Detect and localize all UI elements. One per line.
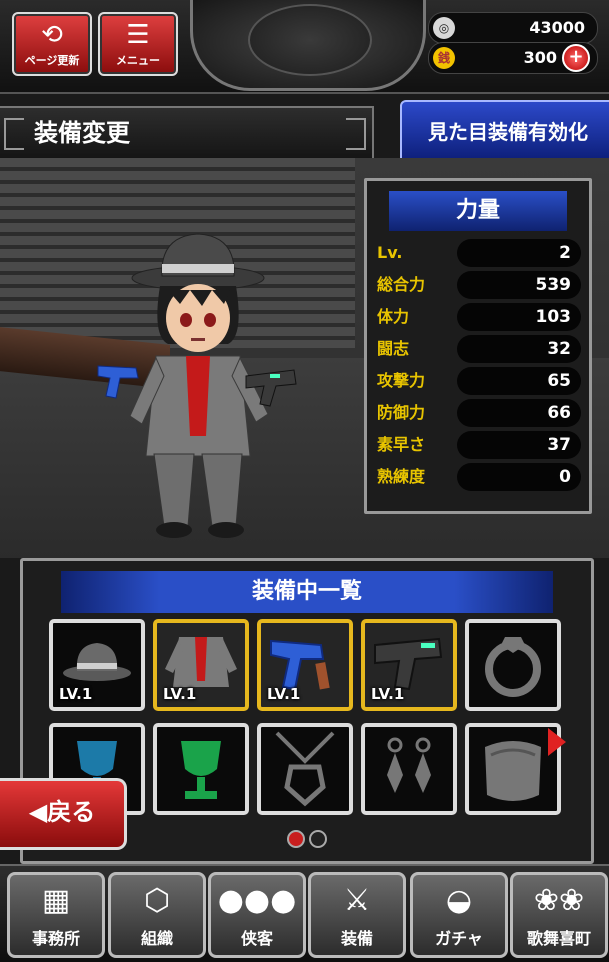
equip-slot-accessory-2[interactable] [153, 723, 249, 815]
appearance-toggle-button[interactable]: 見た目装備有効化 [400, 100, 609, 166]
equip-slot-weapon-2[interactable]: LV.1 [361, 619, 457, 711]
stats-heading: 力量 [389, 191, 567, 231]
stat-label: 攻撃力 [377, 371, 426, 390]
equipment-heading: 装備中一覧 [61, 571, 553, 613]
green-trophy-icon [181, 741, 221, 799]
refresh-button[interactable]: ⟲ ページ更新 [12, 12, 92, 76]
nav-organization[interactable]: ⬡ 組織 [108, 872, 206, 958]
members-icon: ●●● [217, 883, 297, 918]
ornament-right-icon [346, 118, 366, 150]
stat-value: 0 [457, 463, 581, 491]
ring-icon [485, 637, 541, 697]
stat-label: 素早さ [377, 435, 426, 454]
stat-row-stamina: 体力 103 [377, 303, 581, 331]
stat-label: 闘志 [377, 339, 410, 358]
next-page-arrow-icon[interactable] [548, 728, 566, 756]
crossed-swords-icon: ⚔ [343, 883, 371, 918]
equip-slot-bracelet[interactable] [465, 723, 561, 815]
stat-label: 総合力 [377, 275, 426, 294]
stat-value: 2 [457, 239, 581, 267]
stats-panel: 力量 Lv. 2 総合力 539 体力 103 闘志 32 攻撃力 65 防御力… [364, 178, 592, 514]
office-icon: ▦ [41, 883, 71, 918]
dragon-emblem [190, 0, 426, 91]
necklace-icon [275, 731, 335, 807]
premium-coin-icon: 銭 [433, 47, 455, 69]
equip-slot-earrings[interactable] [361, 723, 457, 815]
stat-label: Lv. [377, 243, 403, 262]
gacha-bowl-icon: ◒ [445, 883, 473, 918]
stat-row-attack: 攻撃力 65 [377, 367, 581, 395]
nav-members[interactable]: ●●● 侠客 [208, 872, 306, 958]
stat-value: 539 [457, 271, 581, 299]
ornament-left-icon [4, 118, 24, 150]
stat-value: 65 [457, 367, 581, 395]
title-bar: 装備変更 [0, 106, 374, 160]
character-sprite [97, 233, 297, 538]
stat-row-level: Lv. 2 [377, 239, 581, 267]
top-bar: ⟲ ページ更新 ☰ メニュー ◎ 43000 銭 300 + [0, 0, 609, 94]
earrings-icon [387, 737, 431, 793]
page-title: 装備変更 [34, 119, 130, 147]
refresh-label: ページ更新 [24, 54, 80, 67]
page-dot-inactive[interactable] [309, 830, 327, 848]
town-crest-icon: ❀❀ [533, 883, 585, 918]
nav-equipment[interactable]: ⚔ 装備 [308, 872, 406, 958]
stat-label: 体力 [377, 307, 410, 326]
slot-level: LV.1 [163, 685, 197, 703]
organization-icon: ⬡ [143, 883, 171, 918]
stat-row-speed: 素早さ 37 [377, 431, 581, 459]
equip-slot-weapon-1[interactable]: LV.1 [257, 619, 353, 711]
equip-slot-necklace[interactable] [257, 723, 353, 815]
currency-money: ◎ 43000 [428, 12, 598, 44]
coin-icon: ◎ [433, 17, 455, 39]
nav-label: 歌舞喜町 [526, 929, 591, 948]
menu-list-icon: ☰ [126, 20, 150, 50]
stat-row-fighting-spirit: 闘志 32 [377, 335, 581, 363]
stat-value: 32 [457, 335, 581, 363]
bracelet-icon [485, 741, 541, 801]
stat-label: 防御力 [377, 403, 426, 422]
equip-slot-clothes[interactable]: LV.1 [153, 619, 249, 711]
nav-label: 侠客 [240, 929, 273, 948]
nav-label: 組織 [140, 929, 173, 948]
slot-level: LV.1 [59, 685, 93, 703]
stat-row-total-power: 総合力 539 [377, 271, 581, 299]
page-dot-active[interactable] [287, 830, 305, 848]
slot-level: LV.1 [371, 685, 405, 703]
equip-slot-ring[interactable] [465, 619, 561, 711]
slot-level: LV.1 [267, 685, 301, 703]
nav-office[interactable]: ▦ 事務所 [7, 872, 105, 958]
refresh-icon: ⟲ [41, 20, 63, 50]
menu-button[interactable]: ☰ メニュー [98, 12, 178, 76]
nav-label: ガチャ [435, 929, 483, 948]
add-currency-button[interactable]: + [562, 44, 590, 72]
stat-value: 66 [457, 399, 581, 427]
back-button[interactable]: ◀戻る [0, 778, 127, 850]
stat-label: 熟練度 [377, 467, 426, 486]
nav-gacha[interactable]: ◒ ガチャ [410, 872, 508, 958]
menu-label: メニュー [116, 54, 160, 67]
equip-slot-hat[interactable]: LV.1 [49, 619, 145, 711]
nav-town[interactable]: ❀❀ 歌舞喜町 [510, 872, 608, 958]
nav-label: 事務所 [31, 929, 80, 948]
money-value: 43000 [529, 18, 585, 37]
stat-row-defense: 防御力 66 [377, 399, 581, 427]
premium-value: 300 [523, 48, 557, 67]
stat-value: 37 [457, 431, 581, 459]
stat-row-proficiency: 熟練度 0 [377, 463, 581, 491]
nav-label: 装備 [340, 929, 373, 948]
bottom-nav: ▦ 事務所 ⬡ 組織 ●●● 侠客 ⚔ 装備 ◒ ガチャ ❀❀ 歌舞喜町 [0, 864, 609, 962]
stat-value: 103 [457, 303, 581, 331]
